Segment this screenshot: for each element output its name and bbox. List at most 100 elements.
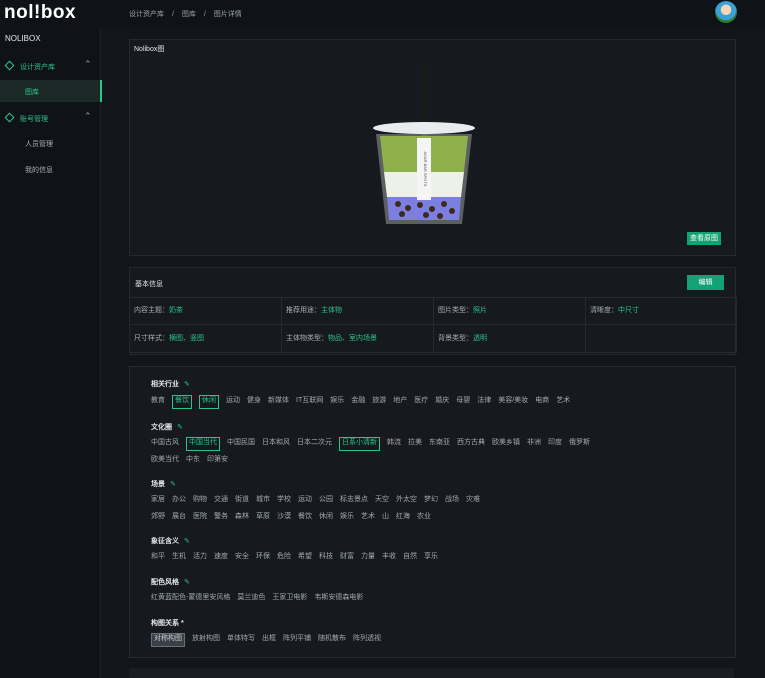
edit-pencil-icon[interactable]: ✎ [184, 538, 190, 545]
tag[interactable]: 健身 [247, 395, 261, 407]
tag[interactable]: 草原 [256, 511, 270, 523]
tag[interactable]: 街道 [235, 494, 249, 506]
tag[interactable]: 美容/美妆 [498, 395, 528, 407]
tag[interactable]: 速度 [214, 551, 228, 563]
tag[interactable]: 母婴 [456, 395, 470, 407]
tag[interactable]: 红黄蓝配色-蒙德里安风格 [151, 592, 230, 604]
edit-pencil-icon[interactable]: ✎ [177, 424, 183, 431]
tag[interactable]: 外太空 [396, 494, 417, 506]
sidebar-group-assets[interactable]: 设计资产库 ⌃ [0, 59, 100, 75]
tag[interactable]: 地产 [393, 395, 407, 407]
tag[interactable]: 日本二次元 [297, 437, 332, 449]
tag[interactable]: 韦斯安德森电影 [314, 592, 363, 604]
tag[interactable]: 财富 [340, 551, 354, 563]
tag[interactable]: 婚庆 [435, 395, 449, 407]
tag[interactable]: 丰收 [382, 551, 396, 563]
tag[interactable]: 危险 [277, 551, 291, 563]
tag[interactable]: 艺术 [361, 511, 375, 523]
tag[interactable]: 俄罗斯 [569, 437, 590, 449]
tag[interactable]: 中国民国 [227, 437, 255, 449]
tag[interactable]: 东南亚 [429, 437, 450, 449]
tag[interactable]: 农业 [417, 511, 431, 523]
tag[interactable]: 法律 [477, 395, 491, 407]
tag[interactable]: 教育 [151, 395, 165, 407]
tag[interactable]: 韩流 [387, 437, 401, 449]
tag[interactable]: 金融 [351, 395, 365, 407]
tag-selected[interactable]: 日系小清新 [339, 437, 380, 451]
tag[interactable]: 对称构图 [151, 633, 185, 647]
tag[interactable]: 沙漠 [277, 511, 291, 523]
tag[interactable]: 展台 [172, 511, 186, 523]
tag[interactable]: 享乐 [424, 551, 438, 563]
tag[interactable]: 运动 [298, 494, 312, 506]
tag[interactable]: 警务 [214, 511, 228, 523]
tag[interactable]: 欧美当代 [151, 454, 179, 466]
tag[interactable]: 红海 [396, 511, 410, 523]
tag[interactable]: 休闲 [319, 511, 333, 523]
tag[interactable]: 医疗 [414, 395, 428, 407]
tag[interactable]: 印第安 [207, 454, 228, 466]
sidebar-item-gallery[interactable]: 图库 [0, 80, 102, 102]
tag[interactable]: 灾难 [466, 494, 480, 506]
tag[interactable]: 医院 [193, 511, 207, 523]
tag[interactable]: 单体特写 [227, 633, 255, 645]
tag[interactable]: 中东 [186, 454, 200, 466]
tag-selected[interactable]: 中国当代 [186, 437, 220, 451]
tag[interactable]: 梦幻 [424, 494, 438, 506]
sidebar-group-account[interactable]: 账号管理 ⌃ [0, 111, 100, 127]
tag[interactable]: 拉美 [408, 437, 422, 449]
tag[interactable]: 标志景点 [340, 494, 368, 506]
tag[interactable]: 运动 [226, 395, 240, 407]
tag[interactable]: IT互联网 [296, 395, 323, 407]
tag[interactable]: 西方古典 [457, 437, 485, 449]
tag[interactable]: 环保 [256, 551, 270, 563]
tag[interactable]: 森林 [235, 511, 249, 523]
tag[interactable]: 活力 [193, 551, 207, 563]
tag[interactable]: 生机 [172, 551, 186, 563]
tag[interactable]: 电商 [535, 395, 549, 407]
tag[interactable]: 阵列透视 [353, 633, 381, 645]
edit-pencil-icon[interactable]: ✎ [184, 381, 190, 388]
tag[interactable]: 和平 [151, 551, 165, 563]
tag[interactable]: 王家卫电影 [272, 592, 307, 604]
sidebar-item-members[interactable]: 人员管理 [0, 132, 100, 154]
tag[interactable]: 公园 [319, 494, 333, 506]
breadcrumb-item-gallery[interactable]: 图库 [182, 11, 196, 18]
tag[interactable]: 希望 [298, 551, 312, 563]
tag[interactable]: 出框 [262, 633, 276, 645]
tag[interactable]: 家居 [151, 494, 165, 506]
tag[interactable]: 天空 [375, 494, 389, 506]
tag[interactable]: 购物 [193, 494, 207, 506]
tag[interactable]: 学校 [277, 494, 291, 506]
app-logo[interactable]: nol!box [4, 2, 76, 24]
tag[interactable]: 娱乐 [340, 511, 354, 523]
tag-selected[interactable]: 餐饮 [172, 395, 192, 409]
edit-button[interactable]: 编辑 [687, 275, 724, 290]
tag-selected[interactable]: 休闲 [199, 395, 219, 409]
tag[interactable]: 科技 [319, 551, 333, 563]
tag[interactable]: 餐饮 [298, 511, 312, 523]
tag[interactable]: 随机散布 [318, 633, 346, 645]
sidebar-item-my-info[interactable]: 我的信息 [0, 158, 100, 180]
tag[interactable]: 新媒体 [268, 395, 289, 407]
tag[interactable]: 非洲 [527, 437, 541, 449]
tag[interactable]: 艺术 [556, 395, 570, 407]
tag[interactable]: 旅游 [372, 395, 386, 407]
tag[interactable]: 莫兰迪色 [237, 592, 265, 604]
tag[interactable]: 放射构图 [192, 633, 220, 645]
tag[interactable]: 战场 [445, 494, 459, 506]
edit-pencil-icon[interactable]: ✎ [170, 481, 176, 488]
tag[interactable]: 力量 [361, 551, 375, 563]
tag[interactable]: 办公 [172, 494, 186, 506]
tag[interactable]: 娱乐 [330, 395, 344, 407]
edit-pencil-icon[interactable]: ✎ [184, 579, 190, 586]
tag[interactable]: 阵列平铺 [283, 633, 311, 645]
avatar[interactable] [715, 1, 737, 23]
tag[interactable]: 日本和风 [262, 437, 290, 449]
tag[interactable]: 中国古风 [151, 437, 179, 449]
tag[interactable]: 印度 [548, 437, 562, 449]
tag[interactable]: 欧美乡镇 [492, 437, 520, 449]
view-original-button[interactable]: 查看原图 [687, 232, 721, 245]
tag[interactable]: 城市 [256, 494, 270, 506]
tag[interactable]: 自然 [403, 551, 417, 563]
